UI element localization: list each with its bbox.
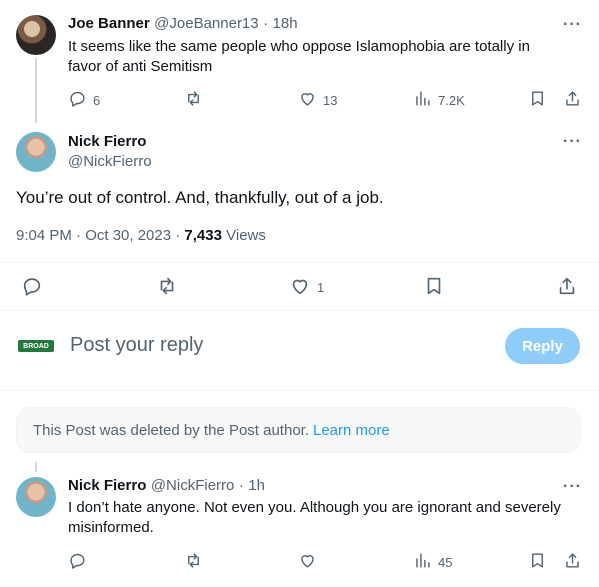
- tweet3-share-button[interactable]: [563, 551, 582, 573]
- main-tweet-views-count: 7,433: [184, 227, 222, 244]
- thread-connector-line: [35, 462, 37, 472]
- tweet1-author-name[interactable]: Joe Banner: [68, 15, 150, 32]
- bookmark-icon: [528, 551, 547, 573]
- tweet1-text: It seems like the same people who oppose…: [68, 38, 530, 75]
- tweet1-bookmark-button[interactable]: [528, 89, 547, 111]
- main-like-count: 1: [317, 280, 325, 295]
- reply-icon: [21, 275, 43, 300]
- reply-submit-button[interactable]: Reply: [505, 328, 580, 364]
- main-bookmark-button[interactable]: [423, 275, 445, 300]
- tweet3-handle[interactable]: @NickFierro: [151, 477, 235, 494]
- reply-icon: [68, 551, 87, 573]
- views-icon: [413, 89, 432, 111]
- user-logo-avatar[interactable]: BROAD: [18, 340, 54, 352]
- tweet3-author-name[interactable]: Nick Fierro: [68, 477, 146, 494]
- main-reply-button[interactable]: [21, 275, 43, 300]
- divider: [0, 310, 599, 311]
- tweet3-like-button[interactable]: [298, 551, 317, 573]
- main-tweet-views-label: Views: [226, 227, 266, 244]
- share-icon: [556, 275, 578, 300]
- tweet3-header: Nick Fierro @NickFierro · 1h: [68, 477, 558, 495]
- reply-input[interactable]: Post your reply: [70, 334, 203, 357]
- heart-icon: [298, 89, 317, 111]
- deleted-notice-text: This Post was deleted by the Post author…: [33, 421, 309, 439]
- views-icon: [413, 551, 432, 573]
- main-tweet-handle[interactable]: @NickFierro: [68, 153, 152, 170]
- main-tweet-more-icon[interactable]: ···: [563, 134, 582, 150]
- retweet-icon: [184, 89, 203, 111]
- tweet3-retweet-button[interactable]: [184, 551, 203, 573]
- tweet1-header: Joe Banner @JoeBanner13 · 18h: [68, 15, 558, 33]
- tweet1-time[interactable]: 18h: [273, 15, 298, 32]
- tweet3-views-button[interactable]: 45: [413, 551, 452, 573]
- tweet1-handle[interactable]: @JoeBanner13: [154, 15, 258, 32]
- main-retweet-button[interactable]: [156, 275, 178, 300]
- divider: [0, 262, 599, 263]
- main-like-button[interactable]: 1: [289, 275, 324, 300]
- divider: [0, 390, 599, 391]
- avatar-joe-banner[interactable]: [16, 15, 56, 55]
- main-tweet-text: You’re out of control. And, thankfully, …: [16, 188, 384, 207]
- tweet3-views-count: 45: [438, 554, 453, 570]
- tweet1-reply-button[interactable]: 6: [68, 89, 100, 111]
- retweet-icon: [156, 275, 178, 300]
- tweet1-more-icon[interactable]: ···: [563, 17, 582, 33]
- tweet1-like-count: 13: [323, 92, 338, 108]
- tweet1-retweet-button[interactable]: [184, 89, 203, 111]
- tweet1-views-button[interactable]: 7.2K: [413, 89, 465, 111]
- thread-connector-line: [35, 58, 37, 123]
- avatar-nick-fierro[interactable]: [16, 132, 56, 172]
- tweet1-share-button[interactable]: [563, 89, 582, 111]
- bookmark-icon: [423, 275, 445, 300]
- avatar-nick-fierro[interactable]: [16, 477, 56, 517]
- bookmark-icon: [528, 89, 547, 111]
- share-icon: [563, 551, 582, 573]
- tweet1-like-button[interactable]: 13: [298, 89, 337, 111]
- tweet1-reply-count: 6: [93, 92, 101, 108]
- deleted-post-notice: This Post was deleted by the Post author…: [16, 407, 581, 453]
- main-share-button[interactable]: [556, 275, 578, 300]
- tweet1-views-count: 7.2K: [438, 92, 465, 108]
- tweet3-bookmark-button[interactable]: [528, 551, 547, 573]
- tweet3-reply-button[interactable]: [68, 551, 87, 573]
- tweet3-more-icon[interactable]: ···: [563, 479, 582, 495]
- tweet3-text: I don’t hate anyone. Not even you. Altho…: [68, 499, 561, 536]
- reply-icon: [68, 89, 87, 111]
- main-tweet-meta: 9:04 PM · Oct 30, 2023 · 7,433 Views: [16, 227, 266, 244]
- heart-icon: [298, 551, 317, 573]
- main-tweet-author-name[interactable]: Nick Fierro: [68, 133, 146, 150]
- tweet3-separator: ·: [238, 477, 244, 494]
- retweet-icon: [184, 551, 203, 573]
- learn-more-link[interactable]: Learn more: [313, 422, 390, 439]
- tweet1-separator: ·: [263, 15, 269, 32]
- heart-icon: [289, 275, 311, 300]
- share-icon: [563, 89, 582, 111]
- main-tweet-timestamp[interactable]: 9:04 PM · Oct 30, 2023 ·: [16, 227, 180, 244]
- tweet3-time[interactable]: 1h: [248, 477, 265, 494]
